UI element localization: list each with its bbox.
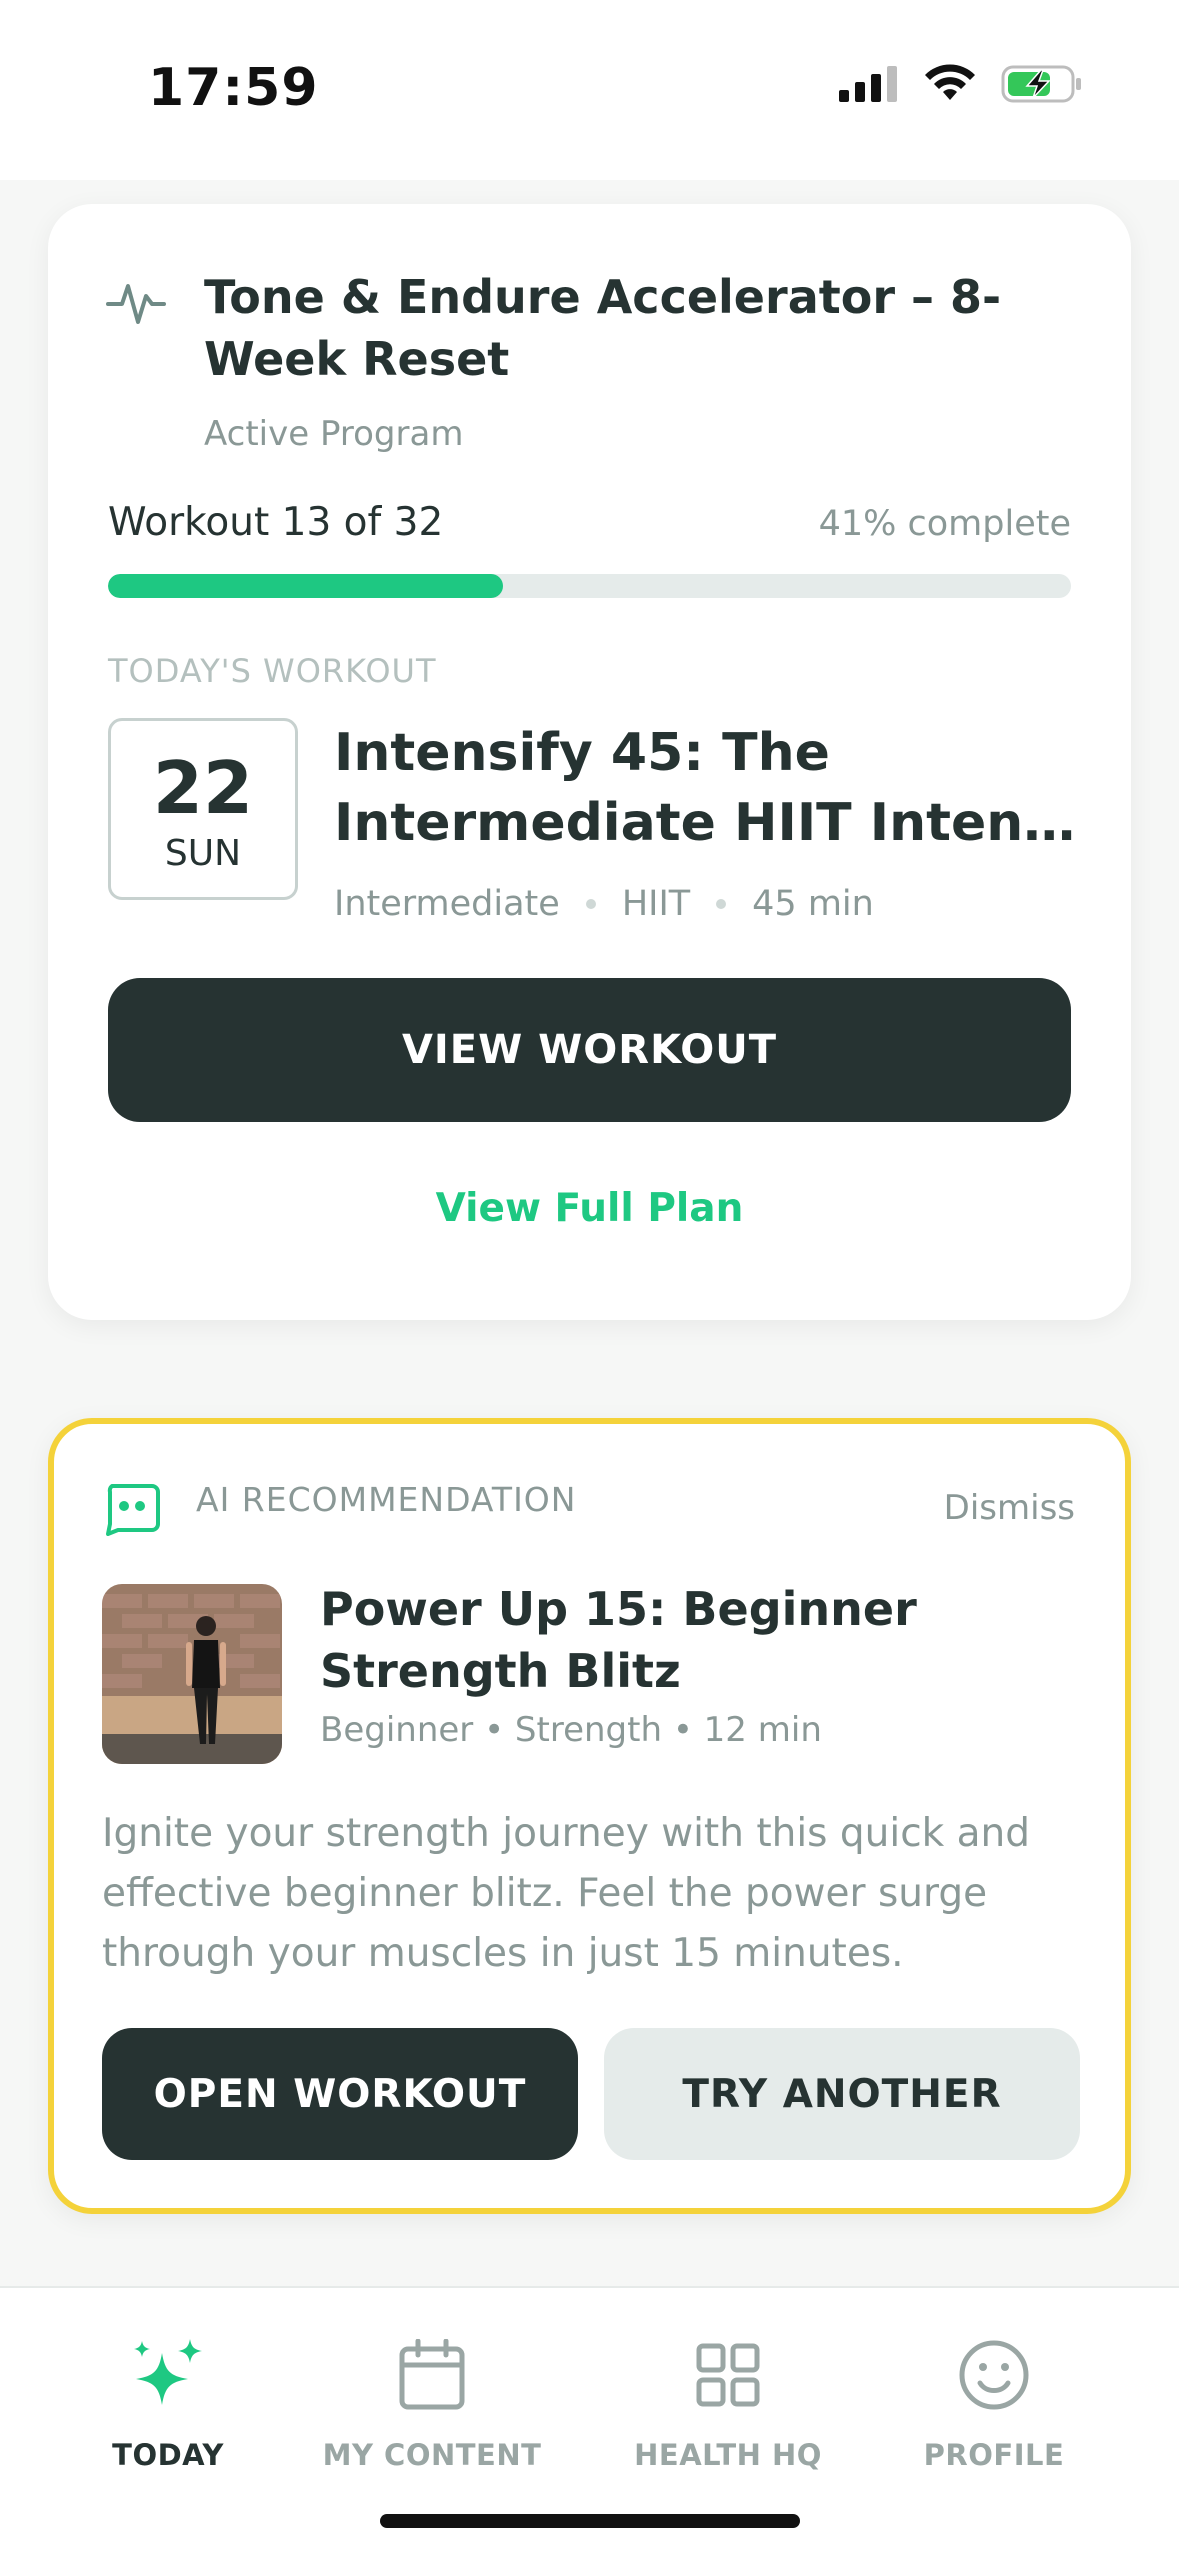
tab-label: MY CONTENT (322, 2438, 542, 2472)
workout-thumbnail[interactable] (102, 1584, 282, 1764)
smiley-icon (959, 2340, 1029, 2410)
sparkles-icon (134, 2339, 202, 2405)
workout-level: Intermediate (334, 884, 560, 924)
ai-recommendation-label: AI RECOMMENDATION (196, 1480, 577, 1519)
tab-label: PROFILE (923, 2438, 1065, 2472)
dismiss-button[interactable]: Dismiss (944, 1488, 1075, 1528)
robot-face-icon (106, 1484, 160, 1536)
signal-icon (839, 66, 897, 102)
workout-thumbnail-image (102, 1584, 282, 1764)
activity-pulse-icon (106, 284, 166, 324)
program-subtitle: Active Program (204, 414, 464, 454)
ai-recommendation-card: AI RECOMMENDATION Dismiss Power Up 15: B… (48, 1418, 1131, 2214)
date-weekday: SUN (164, 833, 242, 874)
status-icons (839, 64, 1083, 104)
try-another-button[interactable]: TRY ANOTHER (604, 2028, 1080, 2160)
date-day-number: 22 (152, 746, 254, 830)
recommended-workout-meta: Beginner • Strength • 12 min (320, 1710, 822, 1750)
workout-title-line-2: Intermediate HIIT Intensi... (334, 793, 1104, 853)
workout-type: HIIT (621, 884, 691, 924)
recommended-workout-description: Ignite your strength journey with this q… (102, 1811, 1031, 1976)
recommended-workout-title[interactable]: Power Up 15: Beginner Strength Blitz (320, 1578, 1100, 1702)
meta-separator-dot (585, 899, 596, 909)
tab-label: HEALTH HQ (634, 2438, 822, 2472)
date-badge: 22 SUN (108, 718, 298, 900)
program-title: Tone & Endure Accelerator – 8-Week Reset (204, 270, 1002, 386)
calendar-icon (399, 2339, 465, 2410)
workout-meta: Intermediate HIIT 45 min (334, 884, 874, 924)
tab-profile[interactable]: PROFILE (864, 2330, 1124, 2472)
view-full-plan-link[interactable]: View Full Plan (48, 1186, 1131, 1231)
meta-separator-dot (716, 899, 727, 909)
home-indicator[interactable] (380, 2514, 800, 2528)
status-bar: 17:59 (0, 0, 1179, 180)
percent-complete: 41% complete (818, 504, 1071, 544)
tab-health-hq[interactable]: HEALTH HQ (598, 2330, 858, 2472)
tab-today[interactable]: TODAY (38, 2330, 298, 2472)
todays-workout-label: TODAY'S WORKOUT (108, 652, 437, 690)
open-workout-button[interactable]: OPEN WORKOUT (102, 2028, 578, 2160)
workout-title-line-1: Intensify 45: The (334, 723, 830, 783)
workout-duration: 45 min (752, 884, 874, 924)
status-time: 17:59 (148, 58, 319, 118)
tab-label: TODAY (112, 2438, 224, 2472)
tab-my-content[interactable]: MY CONTENT (302, 2330, 562, 2472)
grid-icon (696, 2343, 760, 2407)
progress-bar (108, 574, 1071, 598)
wifi-icon (925, 64, 975, 100)
progress-bar-fill (108, 574, 503, 598)
battery-charging-icon (1001, 65, 1081, 103)
workout-count: Workout 13 of 32 (108, 500, 444, 545)
view-workout-button[interactable]: VIEW WORKOUT (108, 978, 1071, 1122)
workout-title[interactable]: Intensify 45: The Intermediate HIIT Inte… (334, 718, 1104, 858)
active-program-card: Tone & Endure Accelerator – 8-Week Reset… (48, 204, 1131, 1320)
